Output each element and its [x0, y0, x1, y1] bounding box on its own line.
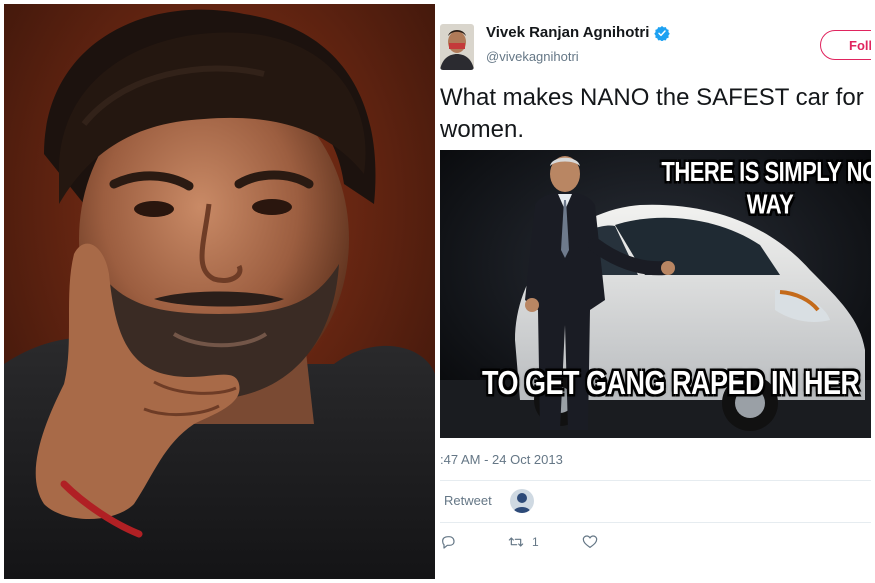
image-collage: Vivek Ranjan Agnihotri @vivekagnihotri F… — [0, 0, 875, 583]
author-display-name[interactable]: Vivek Ranjan Agnihotri — [486, 24, 649, 41]
tweet-timestamp[interactable]: :47 AM - 24 Oct 2013 — [440, 452, 563, 467]
like-button[interactable] — [582, 534, 598, 550]
verified-badge-icon — [654, 25, 671, 41]
retweet-label[interactable]: Retweet — [444, 493, 492, 508]
reply-button[interactable] — [440, 534, 456, 550]
tweet-text: What makes NANO the SAFEST car for women… — [440, 84, 871, 143]
retweet-count: 1 — [532, 535, 539, 549]
portrait-photo — [4, 4, 435, 579]
retweeter-avatar[interactable] — [510, 489, 534, 513]
portrait-illustration — [4, 4, 435, 579]
reply-icon — [442, 536, 455, 549]
meme-caption-bottom: TO GET GANG RAPED IN HER — [482, 364, 860, 402]
meme-caption-top: THERE IS SIMPLY NO WAY — [661, 156, 871, 220]
retweet-button[interactable]: 1 — [508, 534, 539, 550]
divider — [440, 522, 871, 523]
tweet-card[interactable]: Vivek Ranjan Agnihotri @vivekagnihotri F… — [440, 4, 871, 579]
author-name-row: Vivek Ranjan Agnihotri — [486, 24, 671, 41]
tweet-actions: 1 — [440, 534, 740, 554]
divider — [440, 480, 871, 481]
tweet-media-image[interactable]: THERE IS SIMPLY NO WAY TO GET GANG RAPED… — [440, 150, 871, 438]
like-heart-icon — [582, 535, 598, 548]
author-avatar[interactable] — [440, 24, 474, 70]
follow-button[interactable]: Follow — [820, 30, 871, 60]
retweet-icon — [508, 537, 524, 547]
author-handle[interactable]: @vivekagnihotri — [486, 49, 579, 64]
